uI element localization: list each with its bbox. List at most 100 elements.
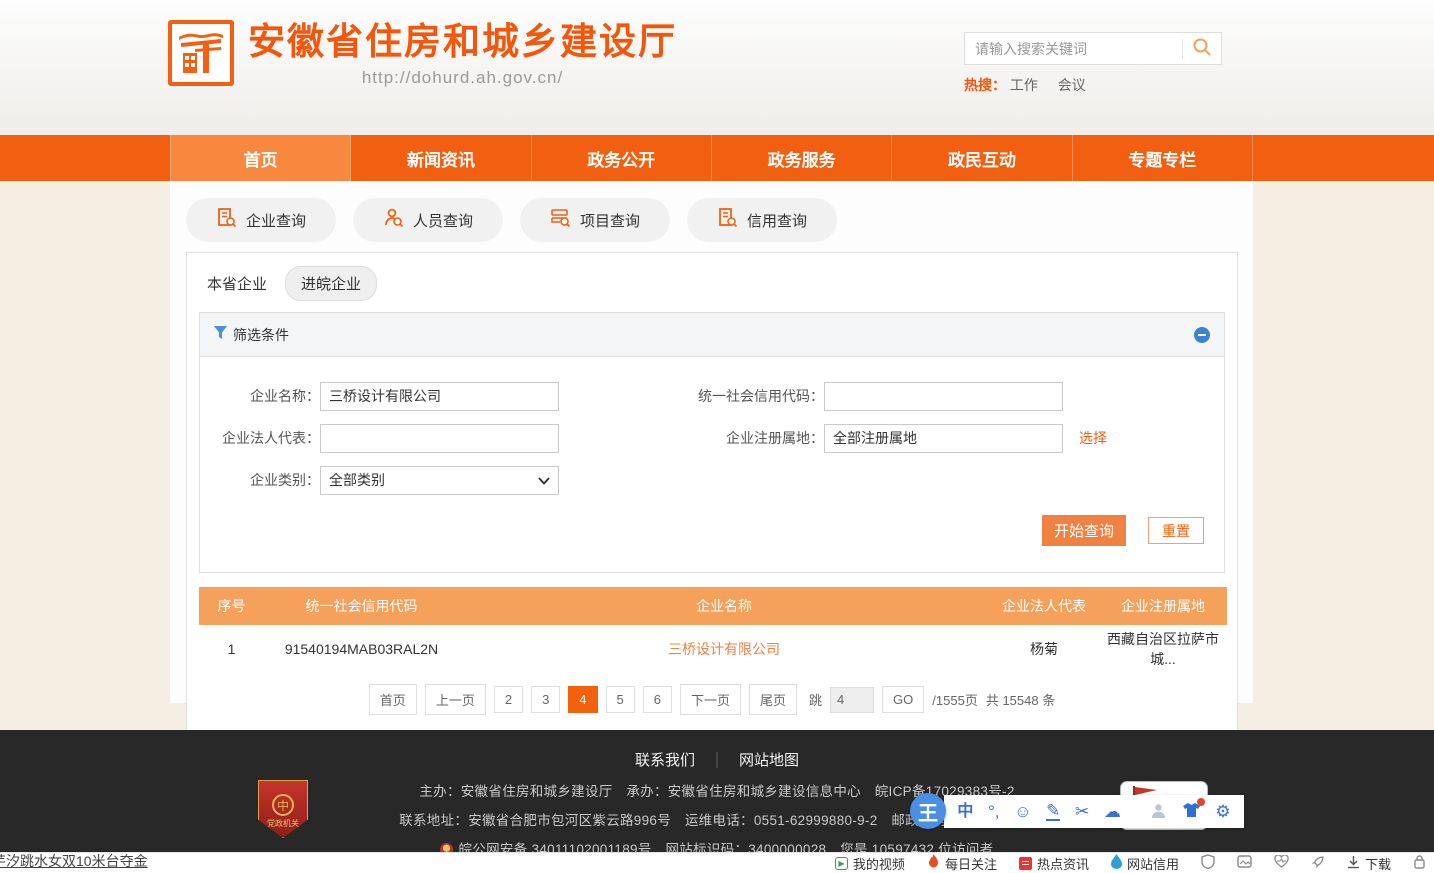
company-name-field[interactable] [320, 382, 559, 411]
results-table: 序号 统一社会信用代码 企业名称 企业法人代表 企业注册属地 1 9154019… [199, 587, 1227, 672]
page-prev-button[interactable]: 上一页 [425, 684, 486, 715]
ime-account-icon[interactable] [1150, 802, 1167, 822]
brand: 安徽省住房和城乡建设厅 http://dohurd.ah.gov.cn/ [168, 20, 677, 88]
credit-code-label: 统一社会信用代码： [559, 386, 824, 406]
jump-label: 跳 [809, 690, 822, 709]
col-index: 序号 [199, 587, 264, 625]
tab-local-enterprise[interactable]: 本省企业 [207, 273, 267, 294]
nav-item-news[interactable]: 新闻资讯 [351, 135, 531, 181]
ime-clipboard-scissors-icon[interactable]: ✂ [1075, 803, 1089, 820]
lock-icon [1413, 854, 1426, 872]
company-link[interactable]: 三桥设计有限公司 [668, 641, 780, 657]
reg-place-field[interactable] [824, 424, 1063, 453]
page-first-button[interactable]: 首页 [369, 684, 417, 715]
page-6-button[interactable]: 6 [643, 686, 672, 713]
tab-incoming-enterprise[interactable]: 进皖企业 [285, 266, 377, 301]
ime-handwriting-icon[interactable]: ✎ [1046, 802, 1060, 821]
cell-index: 1 [199, 625, 264, 672]
ime-logo-icon[interactable]: 王 [910, 793, 946, 829]
person-search-icon [383, 207, 404, 233]
sitemap-link[interactable]: 网站地图 [739, 749, 799, 770]
query-panel: 本省企业 进皖企业 筛选条件 企业名称： 统一社会信用代码： [186, 252, 1238, 734]
ime-cloud-icon[interactable]: ☁ [1104, 803, 1121, 820]
filter-icon [214, 326, 227, 344]
ime-emoji-icon[interactable]: ☺ [1014, 803, 1031, 820]
daily-follow-button[interactable]: 每日关注 [927, 854, 997, 873]
reg-place-label: 企业注册属地： [559, 428, 824, 448]
screenshot-button[interactable] [1237, 855, 1252, 871]
hot-news-icon [1019, 857, 1032, 870]
play-icon: ▶ [835, 857, 848, 870]
footer-separator: ｜ [709, 747, 725, 771]
heart-pulse-icon [1274, 855, 1289, 871]
news-ticker-link[interactable]: 芋汐跳水女双10米台夺金 [0, 851, 148, 871]
building-search-icon [216, 207, 237, 233]
water-drop-icon [1111, 854, 1122, 872]
jump-page-input[interactable] [830, 687, 874, 713]
search-input[interactable] [965, 41, 1182, 57]
col-credit-code: 统一社会信用代码 [264, 587, 459, 625]
contact-us-link[interactable]: 联系我们 [635, 749, 695, 770]
browser-status-bar: 芋汐跳水女双10米台夺金 ▶ 我的视频 每日关注 热点资讯 网站信用 [0, 852, 1434, 873]
ime-settings-icon[interactable]: ⚙ [1215, 803, 1230, 820]
filter-section: 筛选条件 企业名称： 统一社会信用代码： 企业法人代表： 企业注册属地： [199, 312, 1225, 573]
hot-keyword-meeting[interactable]: 会议 [1058, 77, 1086, 93]
nav-item-topics[interactable]: 专题专栏 [1073, 135, 1253, 181]
site-logo-icon [168, 20, 234, 86]
start-query-button[interactable]: 开始查询 [1042, 515, 1126, 546]
nav-item-interaction[interactable]: 政民互动 [892, 135, 1072, 181]
site-header: 安徽省住房和城乡建设厅 http://dohurd.ah.gov.cn/ 热搜：… [0, 0, 1434, 135]
search-button[interactable] [1183, 33, 1221, 64]
download-button[interactable]: 下载 [1347, 854, 1391, 873]
legal-rep-field[interactable] [320, 424, 559, 453]
ime-skin-icon[interactable] [1182, 802, 1201, 821]
page-4-button-active[interactable]: 4 [568, 686, 597, 713]
nav-item-gov-service[interactable]: 政务服务 [712, 135, 892, 181]
gov-emblem-icon: 中 [272, 794, 294, 816]
rocket-button[interactable] [1311, 855, 1325, 872]
hot-keyword-work[interactable]: 工作 [1010, 77, 1038, 93]
credit-code-field[interactable] [824, 382, 1063, 411]
search-box [964, 32, 1222, 65]
hot-news-button[interactable]: 热点资讯 [1019, 854, 1089, 873]
tab-credit-query[interactable]: 信用查询 [687, 198, 837, 242]
gov-agency-badge: 中 党政机关 [258, 780, 308, 838]
tab-label: 人员查询 [413, 210, 473, 231]
content-background: 企业查询 人员查询 项目查询 信用查询 [0, 181, 1434, 730]
reg-place-select-link[interactable]: 选择 [1079, 428, 1107, 448]
site-footer: 联系我们 ｜ 网站地图 主办：安徽省住房和城乡建设厅 承办：安徽省住房和城乡建设… [0, 730, 1434, 852]
col-reg-place: 企业注册属地 [1099, 587, 1227, 625]
collapse-filter-button[interactable] [1194, 327, 1210, 343]
tab-personnel-query[interactable]: 人员查询 [353, 198, 503, 242]
pagination: 首页 上一页 2 3 4 5 6 下一页 尾页 跳 GO /1555页 共 15… [187, 684, 1237, 715]
rocket-icon [1311, 855, 1325, 872]
ime-punctuation-icon[interactable]: °, [988, 803, 1000, 820]
project-search-icon [550, 207, 571, 233]
ime-language-mode-icon[interactable]: 中 [957, 804, 973, 820]
go-button[interactable]: GO [882, 686, 924, 713]
chevron-down-icon [538, 472, 550, 488]
health-button[interactable] [1274, 855, 1289, 871]
my-videos-button[interactable]: ▶ 我的视频 [835, 854, 905, 873]
tab-enterprise-query[interactable]: 企业查询 [186, 198, 336, 242]
shield-icon [1201, 854, 1215, 872]
lock-button[interactable] [1413, 854, 1426, 872]
page-3-button[interactable]: 3 [531, 686, 560, 713]
tab-project-query[interactable]: 项目查询 [520, 198, 670, 242]
table-row: 1 91540194MAB03RAL2N 三桥设计有限公司 杨菊 西藏自治区拉萨… [199, 625, 1227, 672]
site-credit-button[interactable]: 网站信用 [1111, 854, 1179, 873]
category-select[interactable]: 全部类别 [320, 466, 559, 495]
reset-button[interactable]: 重置 [1148, 517, 1204, 544]
shield-button[interactable] [1201, 854, 1215, 872]
page-last-button[interactable]: 尾页 [749, 684, 797, 715]
page-next-button[interactable]: 下一页 [680, 684, 741, 715]
search-icon [1192, 37, 1212, 60]
cell-legal-rep: 杨菊 [989, 625, 1099, 672]
page-2-button[interactable]: 2 [494, 686, 523, 713]
nav-item-gov-open[interactable]: 政务公开 [532, 135, 712, 181]
col-legal-rep: 企业法人代表 [989, 587, 1099, 625]
page-5-button[interactable]: 5 [606, 686, 635, 713]
category-selected-value: 全部类别 [329, 470, 538, 490]
nav-item-home[interactable]: 首页 [170, 135, 351, 181]
flame-icon [927, 854, 940, 872]
